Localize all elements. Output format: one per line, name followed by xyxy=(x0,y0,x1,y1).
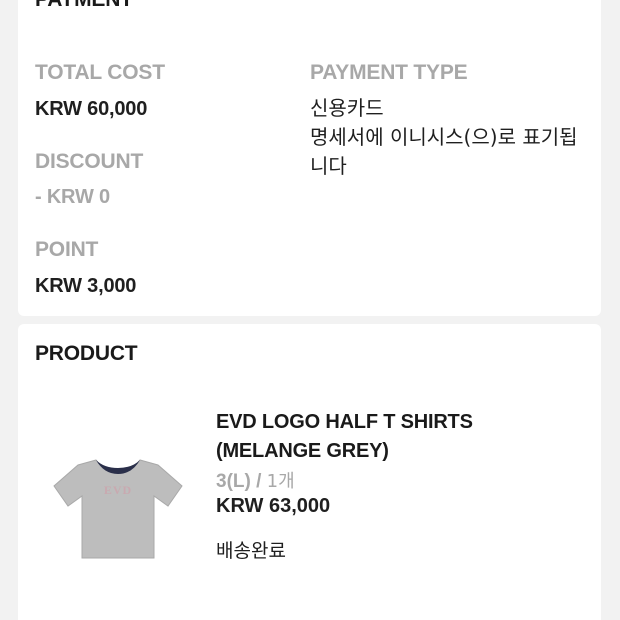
tshirt-icon: EVD xyxy=(53,459,183,559)
delivery-status: 배송완료 xyxy=(216,540,286,562)
discount-label: DISCOUNT xyxy=(35,150,144,173)
product-name[interactable]: EVD LOGO HALF T SHIRTS (MELANGE GREY) xyxy=(216,408,576,466)
order-detail-page: PAYMENT TOTAL COST KRW 60,000 DISCOUNT -… xyxy=(0,0,620,620)
product-option: 3(L) / 1개 xyxy=(216,467,295,493)
payment-statement-note-cont: 니다 xyxy=(310,154,347,178)
product-thumbnail[interactable]: EVD xyxy=(48,446,188,566)
point-label: POINT xyxy=(35,238,99,261)
point-value: KRW 3,000 xyxy=(35,275,137,297)
payment-section-title: PAYMENT xyxy=(35,0,133,12)
product-quantity: 1개 xyxy=(266,471,295,492)
discount-value: - KRW 0 xyxy=(35,186,110,208)
payment-type-label: PAYMENT TYPE xyxy=(310,61,468,84)
total-cost-label: TOTAL COST xyxy=(35,61,165,84)
product-card: PRODUCT EVD EVD LOGO HALF T SHIRTS (MELA… xyxy=(18,324,601,620)
product-section-title: PRODUCT xyxy=(35,342,138,365)
payment-statement-note: 명세서에 이니시스(으)로 표기됩 xyxy=(310,125,578,149)
payment-card: PAYMENT TOTAL COST KRW 60,000 DISCOUNT -… xyxy=(18,0,601,316)
product-price: KRW 63,000 xyxy=(216,495,331,517)
product-size: 3(L) / xyxy=(216,471,267,492)
total-cost-value: KRW 60,000 xyxy=(35,98,148,120)
payment-method: 신용카드 xyxy=(310,96,384,120)
svg-text:EVD: EVD xyxy=(104,483,132,497)
